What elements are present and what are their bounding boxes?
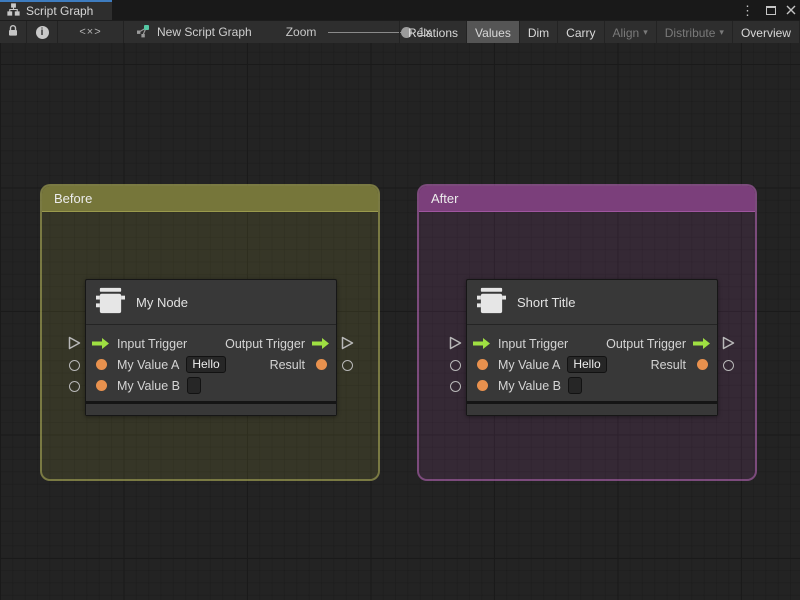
external-value-port[interactable]	[450, 360, 461, 371]
node-header[interactable]: Short Title	[467, 280, 717, 325]
value-input-port[interactable]	[92, 359, 110, 370]
relations-button[interactable]: Relations	[399, 21, 466, 44]
value-input-port[interactable]	[473, 380, 491, 391]
external-value-port[interactable]	[450, 381, 461, 392]
maximize-icon[interactable]	[766, 5, 776, 15]
tab-bar: Script Graph ⋮	[0, 0, 800, 20]
port-label: Input Trigger	[498, 336, 569, 351]
port-label: Output Trigger	[606, 336, 686, 351]
info-button[interactable]: i	[27, 21, 58, 43]
node-footer	[86, 404, 336, 415]
info-icon: i	[35, 25, 49, 39]
node-my-node[interactable]: My Node Input Trigger Output Trigger My …	[85, 279, 337, 416]
unit-icon	[477, 285, 506, 319]
value-input-port[interactable]	[92, 380, 110, 391]
close-icon[interactable]	[786, 5, 796, 15]
toolbar: i <×> New Script Graph Zoom 1x Relations…	[0, 20, 800, 44]
flow-input-port[interactable]	[473, 338, 491, 349]
external-value-port[interactable]	[342, 360, 353, 371]
value-input-field[interactable]	[187, 377, 201, 394]
chevron-down-icon: ▾	[643, 27, 648, 37]
code-icon: <×>	[79, 26, 102, 38]
code-view-button[interactable]: <×>	[58, 21, 124, 43]
external-flow-port[interactable]	[722, 336, 735, 355]
external-flow-port[interactable]	[449, 336, 462, 355]
external-value-port[interactable]	[69, 360, 80, 371]
chevron-down-icon: ▾	[719, 27, 724, 37]
value-output-port[interactable]	[312, 359, 330, 370]
group-label: After	[431, 191, 459, 206]
node-short-title[interactable]: Short Title Input Trigger Output Trigger	[466, 279, 718, 416]
distribute-button[interactable]: Distribute ▾	[655, 21, 732, 44]
zoom-slider[interactable]	[328, 26, 413, 38]
group-after-header[interactable]: After	[419, 186, 755, 212]
lock-button[interactable]	[0, 21, 27, 43]
port-label: Output Trigger	[225, 336, 305, 351]
values-button[interactable]: Values	[466, 21, 519, 44]
node-footer	[467, 404, 717, 415]
script-graph-icon	[7, 3, 20, 19]
zoom-label: Zoom	[285, 25, 317, 39]
value-input-field[interactable]: Hello	[567, 356, 607, 373]
carry-button[interactable]: Carry	[557, 21, 603, 44]
flow-output-port[interactable]	[693, 338, 711, 349]
dim-button[interactable]: Dim	[518, 21, 557, 44]
group-before-header[interactable]: Before	[42, 186, 378, 212]
flow-input-port[interactable]	[92, 338, 110, 349]
graph-canvas[interactable]: Before After My Node Input Trigger Outpu…	[0, 43, 800, 600]
external-flow-port[interactable]	[68, 336, 81, 355]
node-title: My Node	[136, 294, 189, 310]
port-label: Result	[650, 357, 686, 372]
lock-icon	[7, 24, 19, 40]
node-header[interactable]: My Node	[86, 280, 336, 325]
tab-title: Script Graph	[26, 4, 94, 18]
port-label: Result	[269, 357, 305, 372]
flow-output-port[interactable]	[312, 338, 330, 349]
value-input-field[interactable]	[568, 377, 582, 394]
external-value-port[interactable]	[69, 381, 80, 392]
graph-icon	[136, 24, 150, 41]
external-flow-port[interactable]	[341, 336, 354, 355]
node-title: Short Title	[517, 294, 576, 310]
port-label: My Value A	[117, 357, 180, 372]
tab-script-graph[interactable]: Script Graph	[0, 0, 112, 20]
value-input-field[interactable]: Hello	[186, 356, 226, 373]
external-value-port[interactable]	[723, 360, 734, 371]
port-label: Input Trigger	[117, 336, 188, 351]
port-label: My Value B	[498, 378, 561, 393]
value-input-port[interactable]	[473, 359, 491, 370]
align-button[interactable]: Align ▾	[603, 21, 656, 44]
window-menu-icon[interactable]: ⋮	[739, 4, 756, 17]
overview-button[interactable]: Overview	[731, 21, 799, 44]
unit-icon	[96, 285, 125, 319]
value-output-port[interactable]	[693, 359, 711, 370]
graph-name-label: New Script Graph	[157, 25, 252, 39]
port-label: My Value A	[498, 357, 561, 372]
port-label: My Value B	[117, 378, 180, 393]
group-label: Before	[54, 191, 93, 206]
